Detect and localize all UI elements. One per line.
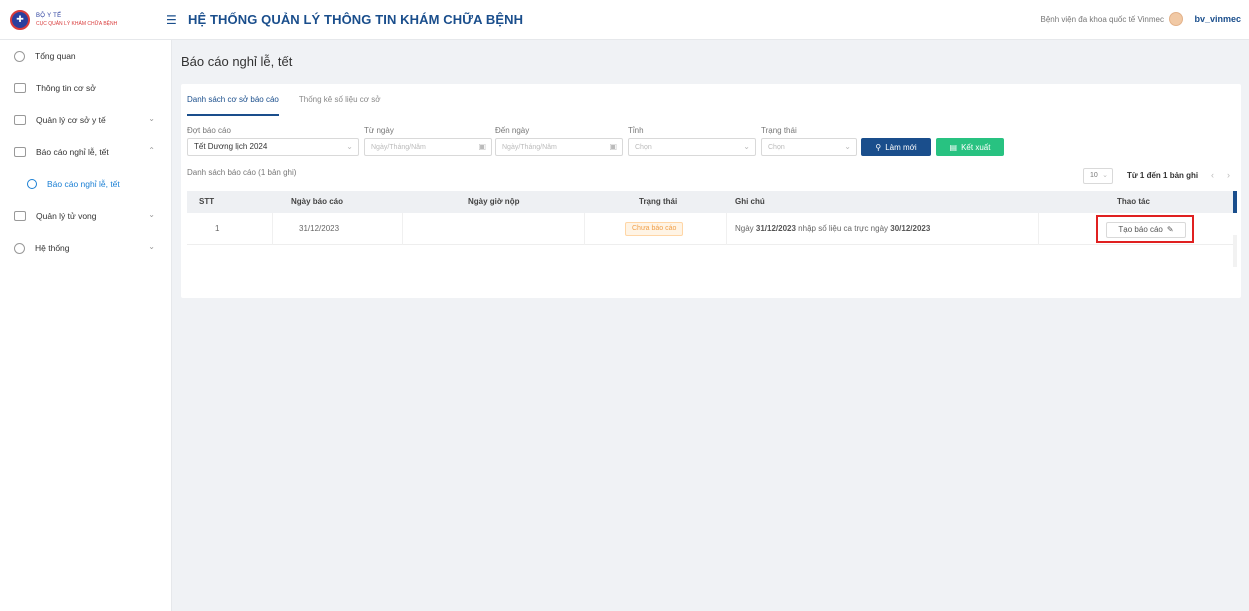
create-report-button[interactable]: Tạo báo cáo ✎ [1106, 222, 1186, 238]
logo-line2: CỤC QUẢN LÝ KHÁM CHỮA BỆNH [36, 20, 118, 27]
cell-submit-time [403, 213, 585, 245]
monitor-icon [14, 83, 26, 93]
user-avatar[interactable] [1169, 12, 1183, 26]
main-content: Báo cáo nghỉ lễ, tết Danh sách cơ sở báo… [172, 40, 1249, 611]
report-card: Danh sách cơ sở báo cáo Thống kê số liệu… [181, 84, 1241, 298]
table-row: 1 31/12/2023 Chưa báo cáo Ngày 31/12/202… [187, 213, 1237, 267]
chevron-down-icon: ⌄ [148, 114, 155, 123]
chevron-down-icon: ⌄ [148, 210, 155, 219]
circle-check-icon [27, 179, 37, 189]
from-date-label: Từ ngày [364, 126, 394, 135]
logo[interactable]: ✚ BỘ Y TẾ CỤC QUẢN LÝ KHÁM CHỮA BỆNH [0, 0, 172, 40]
document-icon [14, 211, 26, 221]
cell-status: Chưa báo cáo [585, 213, 727, 245]
province-select[interactable]: Chọn ⌄ [628, 138, 756, 156]
to-date-label: Đến ngày [495, 126, 530, 135]
cell-action: Tạo báo cáo ✎ [1039, 213, 1233, 245]
chevron-down-icon: ⌄ [844, 142, 851, 151]
sidebar: Tổng quan Thông tin cơ sở Quản lý cơ sở … [0, 40, 172, 611]
gear-icon [14, 242, 25, 254]
table-scrollbar[interactable] [1233, 191, 1237, 213]
period-label: Đợt báo cáo [187, 126, 231, 135]
chevron-down-icon: ⌄ [148, 242, 155, 251]
table-header: STT Ngày báo cáo Ngày giờ nộp Trạng thái… [187, 191, 1237, 213]
pagination-info: Từ 1 đến 1 bản ghi [1127, 171, 1199, 180]
action-highlight-box: Tạo báo cáo ✎ [1096, 215, 1194, 243]
header-submit-time: Ngày giờ nộp [468, 197, 520, 206]
edit-icon: ✎ [1166, 225, 1174, 234]
sidebar-item-holiday-report[interactable]: Báo cáo nghỉ lễ, tết ⌃ [0, 136, 171, 168]
calendar-icon [14, 147, 26, 157]
status-badge: Chưa báo cáo [625, 221, 684, 236]
ministry-emblem-icon: ✚ [10, 9, 30, 30]
calendar-icon: ▣ [609, 142, 617, 151]
search-icon: ⚲ [875, 142, 882, 152]
chevron-down-icon: ⌄ [1102, 172, 1108, 179]
user-name[interactable]: bv_vinmec [1194, 14, 1241, 24]
hospital-name: Bệnh viện đa khoa quốc tế Vinmec [1040, 15, 1165, 24]
header-status: Trạng thái [639, 197, 678, 206]
chevron-down-icon: ⌄ [346, 142, 353, 151]
sidebar-item-overview[interactable]: Tổng quan [0, 40, 171, 72]
table-scroll-track[interactable] [1233, 235, 1237, 267]
sidebar-subitem-holiday-report[interactable]: Báo cáo nghỉ lễ, tết [0, 168, 171, 200]
cell-report-date: 31/12/2023 [273, 213, 403, 245]
from-date-input[interactable]: Ngày/Tháng/Năm ▣ [364, 138, 492, 156]
header-action: Thao tác [1117, 197, 1150, 206]
pagination-next-icon[interactable]: › [1227, 170, 1230, 180]
province-label: Tỉnh [628, 126, 644, 135]
menu-toggle-icon[interactable]: ☰ [166, 13, 180, 27]
tabs: Danh sách cơ sở báo cáo Thống kê số liệu… [187, 84, 401, 116]
tab-facility-list[interactable]: Danh sách cơ sở báo cáo [187, 84, 279, 116]
calendar-icon: ▣ [478, 142, 486, 151]
cell-note: Ngày 31/12/2023 nhập số liệu ca trực ngà… [727, 213, 1039, 245]
header-note: Ghi chú [735, 197, 765, 206]
sidebar-item-facility-info[interactable]: Thông tin cơ sở [0, 72, 171, 104]
period-select[interactable]: Tết Dương lịch 2024 ⌄ [187, 138, 359, 156]
pagination-prev-icon[interactable]: ‹ [1211, 170, 1214, 180]
sidebar-item-death-management[interactable]: Quản lý tử vong ⌄ [0, 200, 171, 232]
top-bar: ✚ BỘ Y TẾ CỤC QUẢN LÝ KHÁM CHỮA BỆNH ☰ H… [0, 0, 1249, 40]
chevron-up-icon: ⌃ [148, 146, 155, 155]
page-title: Báo cáo nghỉ lễ, tết [181, 54, 293, 69]
logo-line1: BỘ Y TẾ [36, 12, 62, 19]
export-icon: ▤ [949, 142, 958, 152]
list-caption: Danh sách báo cáo (1 bản ghi) [187, 168, 297, 177]
clock-icon [14, 50, 25, 62]
refresh-button[interactable]: ⚲ Làm mới [861, 138, 931, 156]
to-date-input[interactable]: Ngày/Tháng/Năm ▣ [495, 138, 623, 156]
tab-facility-stats[interactable]: Thống kê số liệu cơ sở [299, 84, 381, 116]
home-icon [14, 115, 26, 125]
header-report-date: Ngày báo cáo [291, 197, 344, 206]
sidebar-item-system[interactable]: Hệ thống ⌄ [0, 232, 171, 264]
export-button[interactable]: ▤ Kết xuất [936, 138, 1004, 156]
status-label: Trạng thái [761, 126, 797, 135]
header-stt: STT [199, 197, 215, 206]
app-title: HỆ THỐNG QUẢN LÝ THÔNG TIN KHÁM CHỮA BỆN… [188, 12, 524, 27]
cell-stt: 1 [187, 213, 273, 245]
chevron-down-icon: ⌄ [743, 142, 750, 151]
page-size-select[interactable]: 10 ⌄ [1083, 168, 1113, 184]
status-select[interactable]: Chọn ⌄ [761, 138, 857, 156]
sidebar-item-facility-management[interactable]: Quản lý cơ sở y tế ⌄ [0, 104, 171, 136]
report-table: STT Ngày báo cáo Ngày giờ nộp Trạng thái… [187, 191, 1237, 267]
